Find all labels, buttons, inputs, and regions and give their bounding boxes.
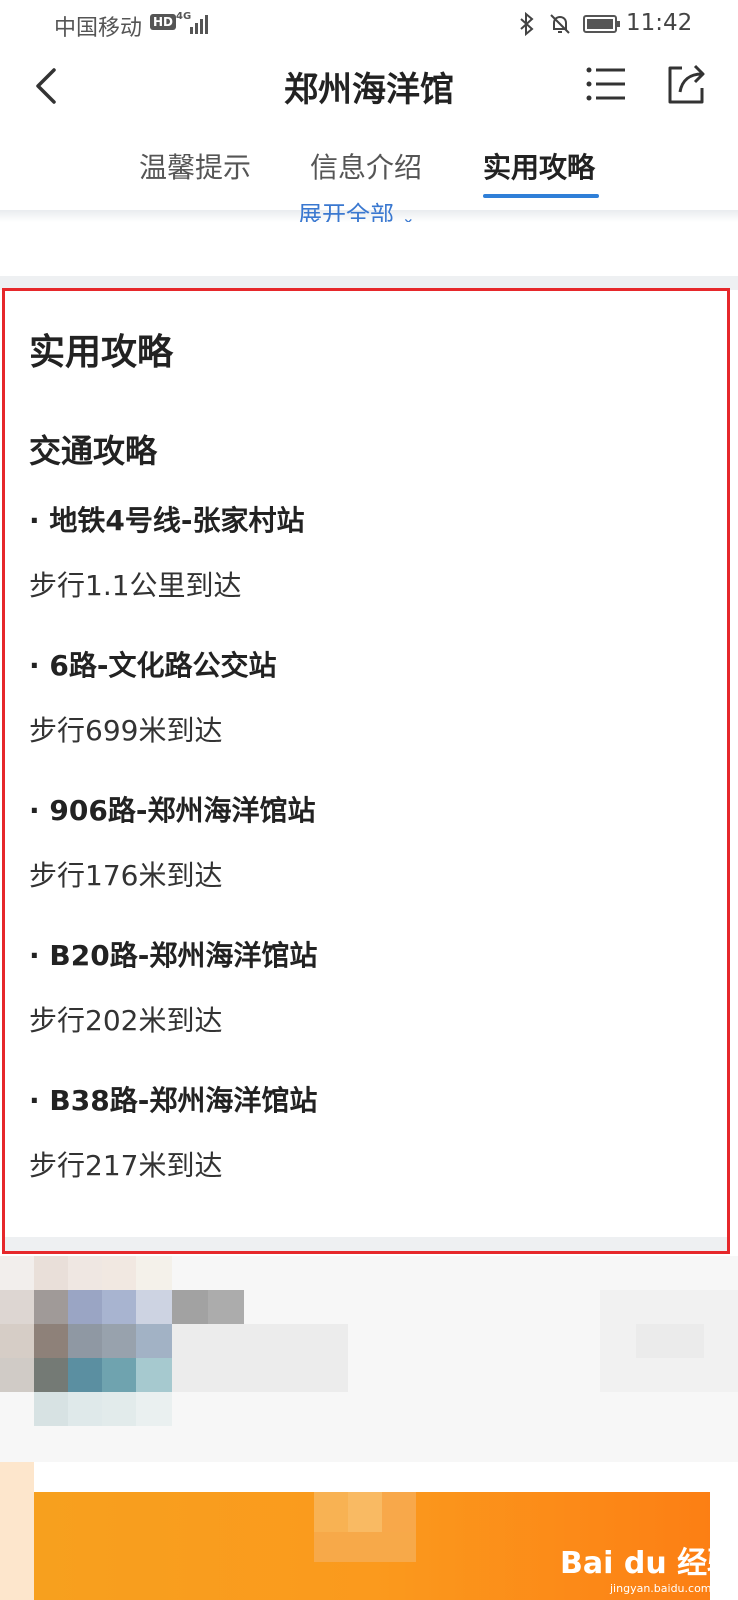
route-name: · B20路-郑州海洋馆站 (29, 939, 318, 972)
network-label: 4G (176, 11, 192, 22)
share-icon[interactable] (664, 62, 708, 106)
bluetooth-icon (520, 12, 534, 36)
tab-tips[interactable]: 温馨提示 (139, 146, 251, 186)
transport-subtitle: 交通攻略 (29, 432, 158, 470)
bell-off-icon (550, 14, 570, 34)
carrier-label: 中国移动 (54, 16, 143, 41)
chevron-down-icon: ⌄ (401, 208, 416, 222)
nav-header: 郑州海洋馆 (0, 50, 738, 120)
watermark-url: jingyan.baidu.com (610, 1582, 712, 1595)
hd-badge: HD (150, 14, 177, 30)
practical-guide-panel: 实用攻略 交通攻略 · 地铁4号线-张家村站 步行1.1公里到达 · 6路-文化… (2, 288, 730, 1254)
clock-time: 11:42 (626, 10, 693, 36)
tab-guide[interactable]: 实用攻略 (483, 146, 595, 186)
tab-info[interactable]: 信息介绍 (310, 146, 422, 186)
route-name: · 地铁4号线-张家村站 (29, 504, 305, 537)
tab-bar: 温馨提示 信息介绍 实用攻略 (0, 140, 738, 200)
route-walk-distance: 步行202米到达 (29, 1004, 223, 1037)
status-bar: 中国移动 HD 4G 11:42 (0, 0, 738, 50)
route-walk-distance: 步行176米到达 (29, 859, 223, 892)
route-name: · B38路-郑州海洋馆站 (29, 1084, 318, 1117)
route-walk-distance: 步行699米到达 (29, 714, 223, 747)
route-walk-distance: 步行217米到达 (29, 1149, 223, 1182)
battery-icon (583, 15, 620, 33)
active-tab-indicator (483, 194, 599, 198)
route-name: · 906路-郑州海洋馆站 (29, 794, 316, 827)
menu-icon[interactable] (585, 64, 629, 104)
route-walk-distance: 步行1.1公里到达 (29, 569, 242, 602)
section-title: 实用攻略 (29, 332, 174, 373)
expand-all-link[interactable]: 展开全部 ⌄ (298, 198, 415, 222)
signal-icon (190, 15, 208, 34)
promo-banner-edge (0, 1462, 34, 1600)
baidu-watermark: Bai du 经验 (560, 1538, 737, 1582)
expand-all-label: 展开全部 (298, 201, 394, 222)
panel-bottom-divider (5, 1237, 727, 1251)
watermark-brand: Bai du 经验 (560, 1546, 738, 1581)
route-name: · 6路-文化路公交站 (29, 649, 277, 682)
